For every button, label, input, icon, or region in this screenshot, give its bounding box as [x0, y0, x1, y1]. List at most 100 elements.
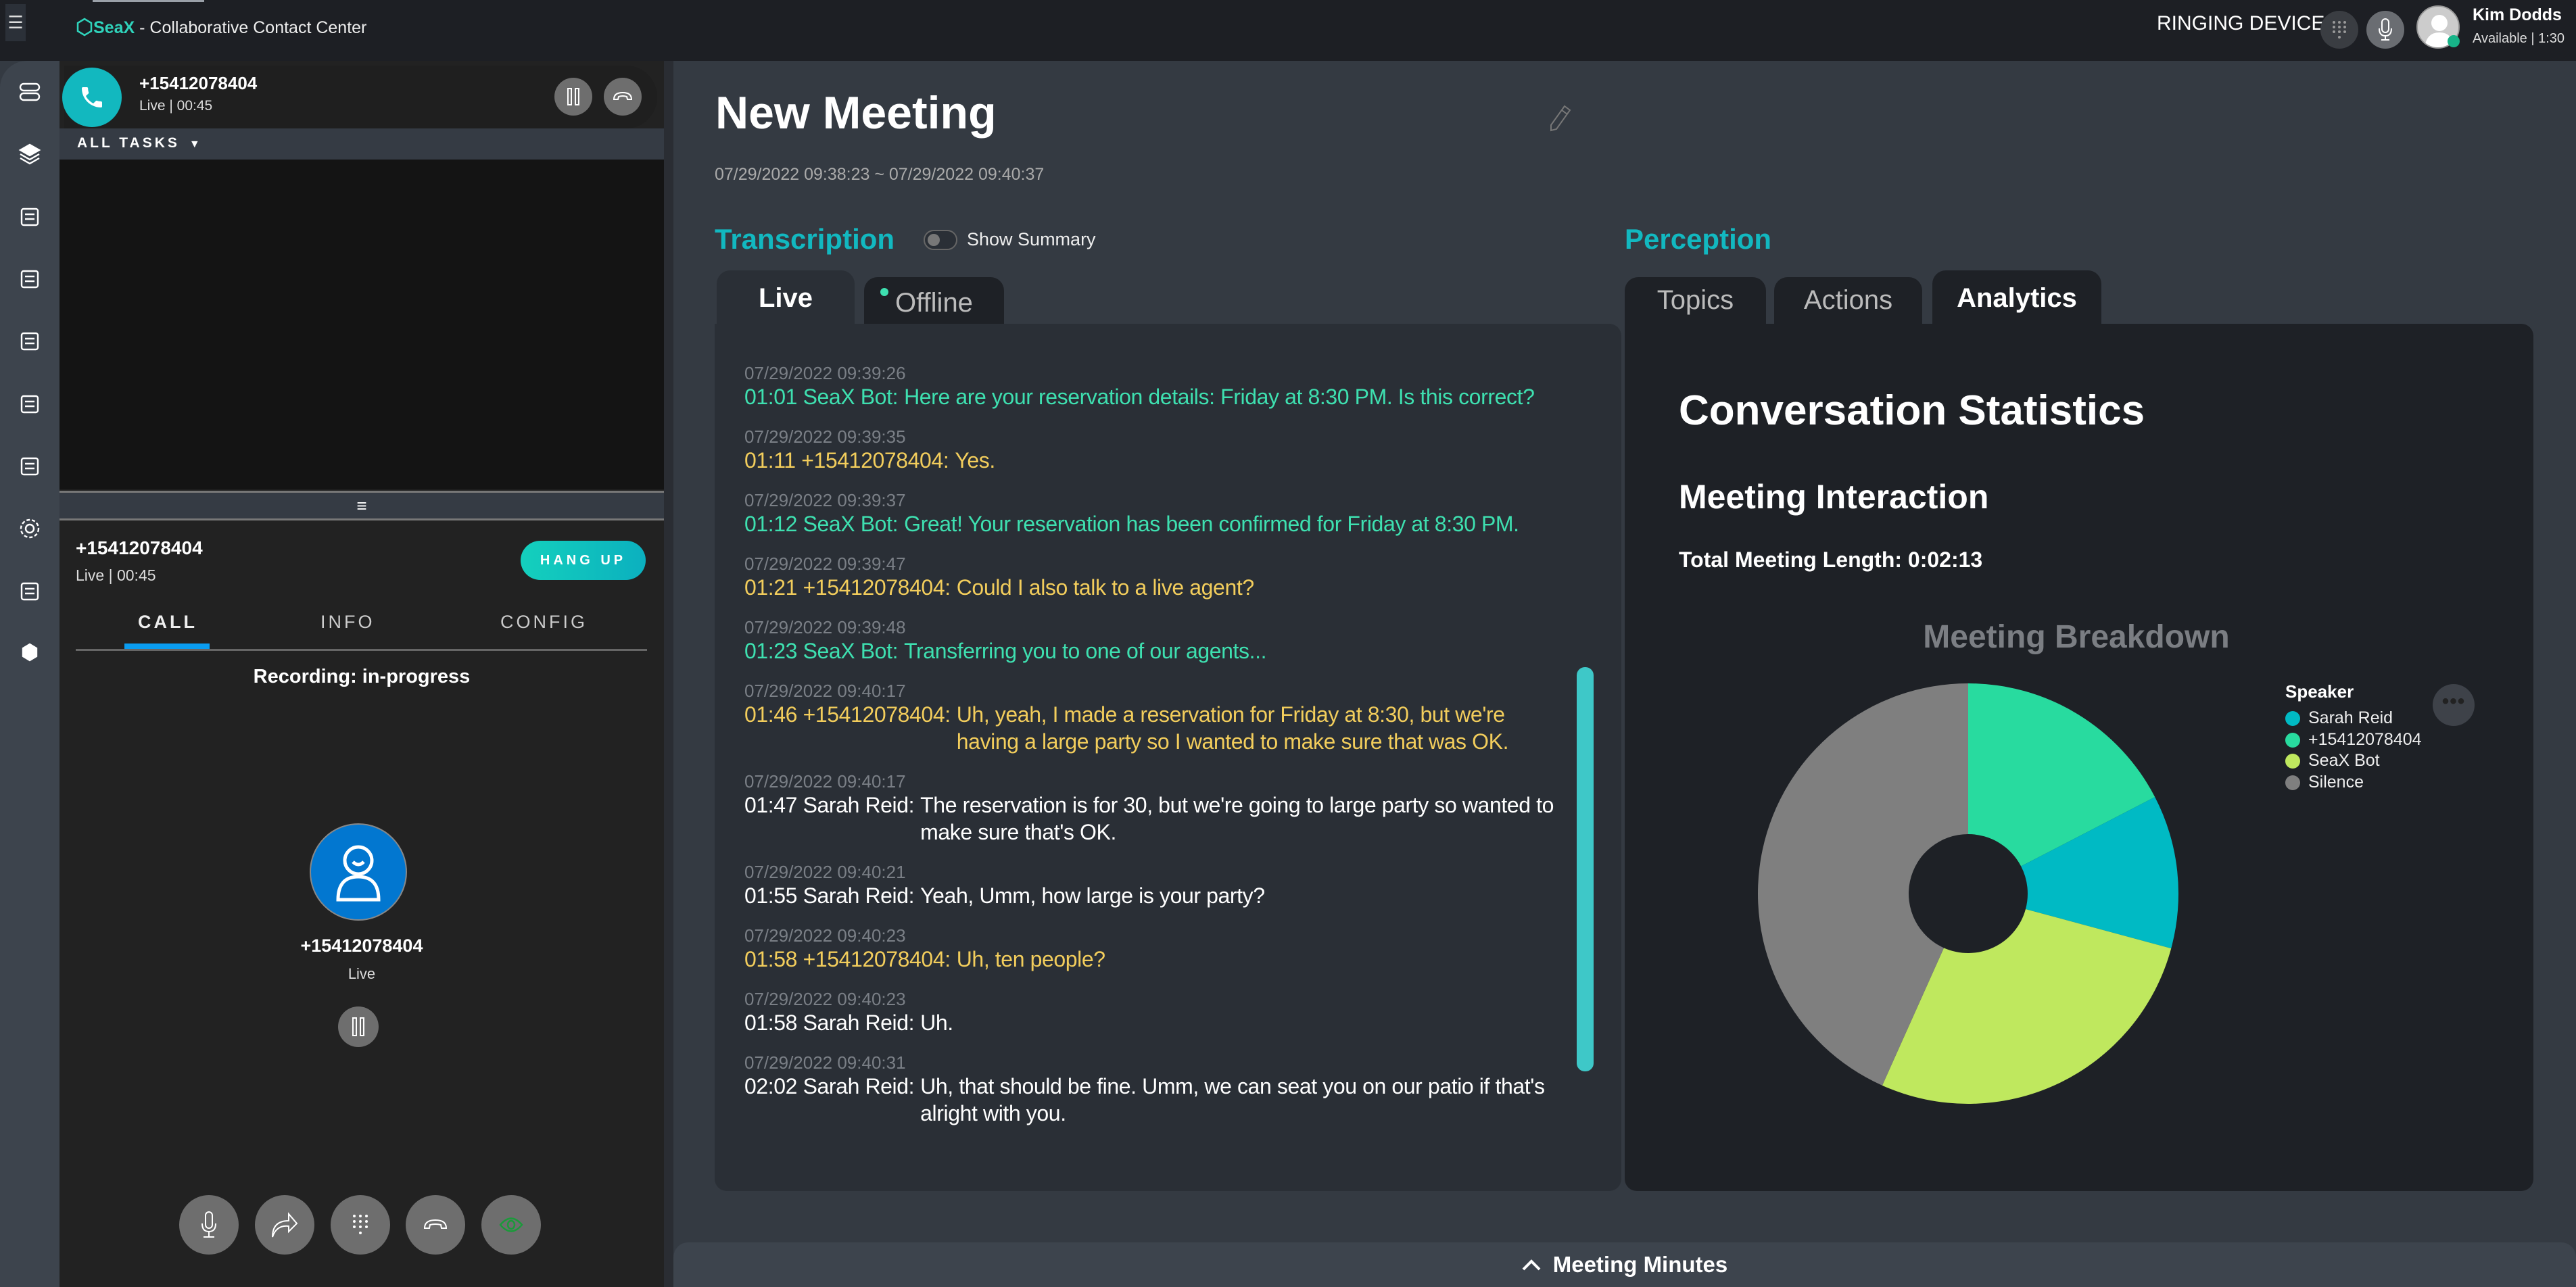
microphone-icon [201, 1211, 216, 1238]
transcript-scrollbar[interactable] [1577, 667, 1594, 1071]
tab-live[interactable]: Live [717, 270, 855, 326]
end-call-button[interactable] [604, 78, 642, 116]
legend-item[interactable]: SeaX Bot [2285, 751, 2380, 771]
window-tab-indicator [93, 0, 204, 2]
entry-message: 01:11 +15412078404: Yes. [744, 447, 1566, 474]
notes-icon[interactable] [16, 453, 43, 480]
new-indicator-dot [880, 288, 888, 296]
seax-hub-icon[interactable] [16, 639, 43, 666]
tab-info[interactable]: INFO [320, 612, 375, 633]
pause-icon [352, 1017, 364, 1036]
transcript-entry: 07/29/2022 09:39:48 01:23 SeaX Bot: Trans… [744, 617, 1621, 664]
legend-label: Sarah Reid [2308, 708, 2393, 727]
meeting-minutes-drawer[interactable]: Meeting Minutes [673, 1242, 2576, 1287]
seax-logo-icon [76, 18, 93, 37]
dialpad-button[interactable] [2320, 11, 2358, 49]
entry-text: Uh, that should be fine. Umm, we can sea… [920, 1074, 1545, 1125]
microphone-button[interactable] [2366, 11, 2404, 49]
tab-offline-label: Offline [895, 288, 973, 318]
mute-button[interactable] [179, 1195, 239, 1255]
entry-speaker: 01:21 +15412078404: [744, 575, 951, 600]
legend-label: SeaX Bot [2308, 751, 2380, 770]
panel-resize-handle[interactable]: ≡ [59, 491, 664, 520]
transcript-entry: 07/29/2022 09:39:47 01:21 +15412078404: C… [744, 554, 1621, 601]
legend-item[interactable]: +15412078404 [2285, 730, 2422, 750]
entry-speaker: 01:46 +15412078404: [744, 702, 951, 727]
meeting-date-range: 07/29/2022 09:38:23 ~ 07/29/2022 09:40:3… [715, 165, 1045, 184]
device-status: RINGING DEVICE [2157, 12, 2325, 34]
entry-message: 01:12 SeaX Bot: Great! Your reservation h… [744, 510, 1566, 537]
show-summary-label: Show Summary [967, 229, 1096, 249]
settings-icon[interactable] [16, 515, 43, 542]
tab-analytics[interactable]: Analytics [1932, 270, 2101, 326]
stats-title: Conversation Statistics [1679, 387, 2145, 434]
party-hold-button[interactable] [338, 1006, 379, 1047]
tab-actions[interactable]: Actions [1774, 277, 1922, 324]
breakdown-donut-chart [1758, 683, 2178, 1104]
entry-message: 01:21 +15412078404: Could I also talk to … [744, 574, 1566, 601]
entry-text: Uh, yeah, I made a reservation for Frida… [956, 702, 1509, 754]
legend-item[interactable]: Silence [2285, 773, 2364, 792]
transcript-entry: 07/29/2022 09:39:37 01:12 SeaX Bot: Great… [744, 490, 1621, 537]
show-summary-toggle[interactable] [924, 230, 957, 250]
tab-offline[interactable]: Offline [864, 277, 1004, 324]
brand-name: SeaX [93, 18, 135, 37]
entry-speaker: 01:58 Sarah Reid: [744, 1011, 915, 1035]
entry-timestamp: 07/29/2022 09:40:31 [744, 1052, 906, 1073]
entry-speaker: 01:47 Sarah Reid: [744, 793, 915, 817]
perception-heading: Perception [1625, 223, 1772, 255]
chat-icon[interactable] [16, 578, 43, 605]
analytics-icon[interactable] [16, 328, 43, 355]
transfer-button[interactable] [255, 1195, 314, 1255]
tab-config[interactable]: CONFIG [500, 612, 588, 633]
app-title-text: - Collaborative Contact Center [135, 18, 367, 37]
entry-speaker: 01:01 SeaX Bot: [744, 385, 899, 409]
hamburger-menu-button[interactable]: ☰ [5, 4, 26, 41]
entry-text: Transferring you to one of our agents... [904, 639, 1267, 663]
keypad-button[interactable] [331, 1195, 390, 1255]
tab-topics[interactable]: Topics [1625, 277, 1766, 324]
active-tab-indicator [124, 644, 210, 649]
eye-icon [499, 1217, 523, 1232]
entry-timestamp: 07/29/2022 09:40:17 [744, 771, 906, 792]
entry-speaker: 01:11 +15412078404: [744, 448, 949, 472]
more-dots-icon: ••• [2441, 690, 2466, 712]
party-status: Live [348, 965, 376, 982]
recording-status: Recording: in-progress [253, 666, 471, 687]
layers-icon[interactable] [16, 141, 43, 168]
meeting-title: New Meeting [715, 87, 997, 139]
hold-button[interactable] [554, 78, 592, 116]
call-status-badge [62, 68, 122, 127]
contacts-icon[interactable] [16, 203, 43, 230]
chart-menu-button[interactable]: ••• [2433, 684, 2475, 726]
forward-arrow-icon [272, 1212, 298, 1238]
task-filter-dropdown[interactable]: ALL TASKS ▼ [59, 128, 664, 160]
pencil-icon [1550, 105, 1571, 132]
chevron-up-icon [1522, 1259, 1541, 1271]
entry-timestamp: 07/29/2022 09:40:21 [744, 862, 906, 882]
tab-call[interactable]: CALL [138, 612, 197, 633]
user-name: Kim Dodds [2473, 5, 2562, 24]
caret-down-icon: ▼ [189, 139, 203, 150]
queue-icon[interactable] [16, 78, 43, 105]
hang-up-button[interactable]: HANG UP [521, 541, 646, 580]
transcript-entry: 07/29/2022 09:40:23 01:58 +15412078404: U… [744, 925, 1621, 973]
party-number: +15412078404 [300, 936, 423, 956]
edit-title-button[interactable] [1548, 105, 1571, 135]
hang-up-icon [613, 91, 633, 100]
end-call-button-bottom[interactable] [406, 1195, 465, 1255]
entry-timestamp: 07/29/2022 09:39:26 [744, 363, 906, 383]
legend-item[interactable]: Sarah Reid [2285, 708, 2393, 728]
interaction-title: Meeting Interaction [1679, 478, 1989, 516]
legend-swatch [2285, 753, 2300, 769]
reports-icon[interactable] [16, 391, 43, 418]
dialpad-icon [2333, 21, 2346, 39]
entry-timestamp: 07/29/2022 09:39:37 [744, 490, 906, 510]
entry-text: Here are your reservation details: Frida… [904, 385, 1535, 409]
entry-message: 01:23 SeaX Bot: Transferring you to one o… [744, 637, 1566, 664]
transcript-entry: 07/29/2022 09:40:17 01:47 Sarah Reid: The… [744, 771, 1621, 846]
monitor-button[interactable] [481, 1195, 541, 1255]
panel-divider[interactable] [664, 61, 673, 1287]
tasks-icon[interactable] [16, 266, 43, 293]
transcription-heading: Transcription [715, 223, 895, 255]
